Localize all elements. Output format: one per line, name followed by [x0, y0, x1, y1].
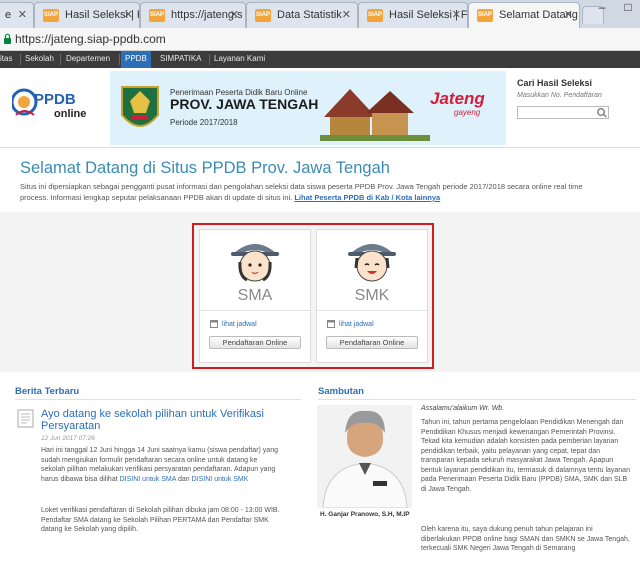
logo-subtext: online — [54, 108, 87, 120]
salam-text: Assalamu'alaikum Wr. Wb. — [421, 405, 505, 412]
section-divider — [15, 399, 301, 400]
search-icon[interactable] — [596, 107, 608, 118]
berita-section-title: Berita Terbaru — [15, 386, 80, 397]
document-icon — [17, 409, 34, 428]
maximize-button[interactable]: □ — [614, 0, 640, 18]
url-text: https://jateng.siap-ppdb.com — [15, 32, 166, 46]
nav-separator — [20, 54, 21, 65]
welcome-text: Situs ini dipersiapkan sebagai pengganti… — [20, 181, 610, 203]
sambutan-paragraph: Tahun ini, tahun pertama pengelolaan Pen… — [421, 419, 630, 493]
governor-photo — [317, 405, 412, 508]
site-nav: itas Sekolah Departemen PPDB SIMPATIKA L… — [0, 51, 640, 68]
news-paragraph-2: Loket verifikasi pendaftaran di Sekolah … — [41, 507, 280, 533]
browser-tab-strip: e ✕ SIAP Hasil Seleksi | P ✕ SIAP https:… — [0, 0, 640, 29]
browser-tab[interactable]: SIAP https://jateng.s ✕ — [140, 2, 246, 28]
sambutan-section-title: Sambutan — [318, 386, 364, 397]
browser-tab[interactable]: SIAP Hasil Seleksi | P ✕ — [34, 2, 140, 28]
siap-favicon-icon: SIAP — [477, 9, 493, 22]
minimize-button[interactable]: – — [588, 0, 616, 18]
close-tab-icon[interactable]: ✕ — [230, 8, 239, 21]
address-bar[interactable]: https://jateng.siap-ppdb.com — [0, 28, 640, 51]
nav-item-ppdb[interactable]: PPDB — [121, 51, 151, 68]
sambutan-paragraph-2: Oleh karena itu, saya dukung penuh tahun… — [421, 526, 630, 552]
browser-tab-active[interactable]: SIAP Selamat Datang ✕ — [468, 2, 580, 29]
news-title-link[interactable]: Ayo datang ke sekolah pilihan untuk Veri… — [41, 408, 281, 432]
banner-title: PROV. JAWA TENGAH — [170, 96, 319, 112]
disini-sma-link[interactable]: DISINI untuk SMA — [120, 476, 176, 483]
header-banner: Penerimaan Peserta Didik Baru Online PRO… — [110, 71, 506, 145]
news-text: dan — [178, 475, 190, 483]
nav-item-statistik[interactable]: itas — [0, 54, 12, 63]
logo-text: PPDB — [34, 91, 76, 108]
siap-favicon-icon: SIAP — [367, 9, 383, 22]
disini-smk-link[interactable]: DISINI untuk SMK — [192, 476, 249, 483]
close-tab-icon[interactable]: ✕ — [342, 8, 351, 21]
highlight-box — [192, 223, 434, 369]
browser-tab[interactable]: SIAP Data Statistik ✕ — [246, 2, 358, 28]
nav-item-simpatika[interactable]: SIMPATIKA — [160, 54, 202, 63]
news-paragraph: Hari ini tanggal 12 Juni hingga 14 Juni … — [41, 446, 281, 484]
section-divider — [318, 399, 636, 400]
nav-item-departemen[interactable]: Departemen — [66, 54, 110, 63]
nav-item-sekolah[interactable]: Sekolah — [25, 54, 54, 63]
nav-item-layanan-kami[interactable]: Layanan Kami — [214, 54, 265, 63]
tab-title: e — [5, 9, 12, 21]
photo-caption: H. Ganjar Pranowo, S.H, M.IP — [320, 511, 410, 518]
jateng-tagline: gayeng — [454, 108, 481, 117]
browser-tab[interactable]: SIAP Hasil Seleksi | F ✕ — [358, 2, 468, 28]
siap-favicon-icon: SIAP — [255, 9, 271, 22]
welcome-title: Selamat Datang di Situs PPDB Prov. Jawa … — [20, 159, 390, 177]
lihat-peserta-link[interactable]: Lihat Peserta PPDB di Kab / Kota lainnya — [294, 193, 440, 202]
news-date: 12 Jun 2017 07:26 — [41, 435, 95, 442]
nav-separator — [119, 54, 120, 65]
siap-favicon-icon: SIAP — [149, 9, 165, 22]
search-hint: Masukkan No. Pendaftaran — [517, 92, 602, 99]
siap-favicon-icon: SIAP — [43, 9, 59, 22]
temple-illustration-icon — [320, 89, 430, 141]
jateng-brand-text: Jateng — [430, 89, 485, 108]
tab-title: Data Statistik — [277, 9, 342, 21]
close-tab-icon[interactable]: ✕ — [564, 8, 573, 21]
governor-portrait-icon — [317, 405, 412, 508]
lock-icon — [4, 33, 11, 44]
search-title: Cari Hasil Seleksi — [517, 78, 593, 88]
nav-separator — [60, 54, 61, 65]
close-tab-icon[interactable]: ✕ — [18, 8, 27, 21]
nav-separator — [209, 54, 210, 65]
browser-tab[interactable]: e ✕ — [0, 2, 34, 28]
close-tab-icon[interactable]: ✕ — [452, 8, 461, 21]
jateng-coat-of-arms-icon — [121, 86, 159, 127]
close-tab-icon[interactable]: ✕ — [124, 8, 133, 21]
banner-period: Periode 2017/2018 — [170, 118, 238, 127]
